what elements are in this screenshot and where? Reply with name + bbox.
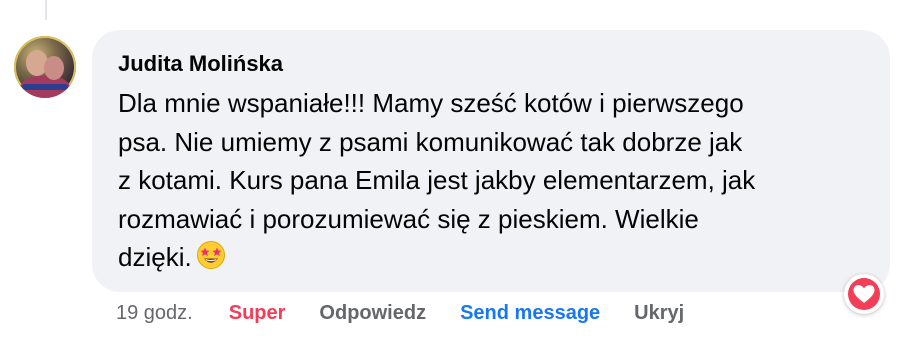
thread-line (45, 0, 47, 20)
comment-actions: 19 godz. Super Odpowiedz Send message Uk… (116, 298, 718, 328)
comment-author[interactable]: Judita Molińska (118, 50, 864, 78)
send-message-button[interactable]: Send message (460, 302, 600, 325)
comment: Judita Molińska Dla mnie wspaniałe!!! Ma… (0, 0, 912, 340)
avatar[interactable] (14, 36, 76, 98)
super-reaction-button[interactable]: Super (229, 302, 286, 325)
star-struck-emoji (196, 240, 226, 281)
comment-text-wrapper: Dla mnie wspaniałe!!! Mamy sześć kotów i… (118, 84, 864, 281)
comment-timestamp[interactable]: 19 godz. (116, 302, 193, 325)
avatar-face (44, 56, 64, 80)
reply-button[interactable]: Odpowiedz (319, 302, 426, 325)
avatar-frame-banner (22, 84, 68, 90)
reaction-badge[interactable] (844, 274, 884, 314)
heart-icon (853, 285, 875, 303)
hide-button[interactable]: Ukryj (634, 302, 684, 325)
comment-bubble: Judita Molińska Dla mnie wspaniałe!!! Ma… (92, 30, 890, 292)
